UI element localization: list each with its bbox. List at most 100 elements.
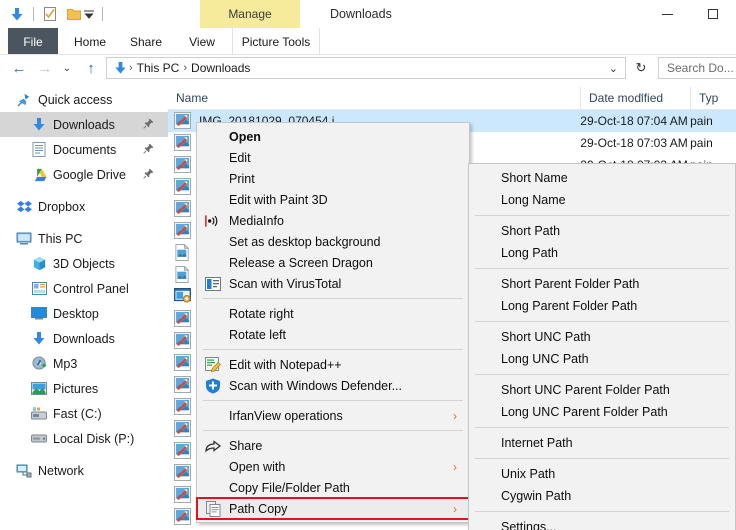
paint-image-icon xyxy=(174,310,192,328)
control-panel-icon xyxy=(31,281,47,297)
menu-item-set-as-desktop-background[interactable]: Set as desktop background xyxy=(197,231,469,252)
customize-dropdown-icon[interactable] xyxy=(83,5,95,23)
sidebar-item-pictures[interactable]: Pictures xyxy=(0,376,168,401)
search-input[interactable]: Search Do... xyxy=(658,57,736,79)
menu-item-edit-with-notepad[interactable]: Edit with Notepad++ xyxy=(197,354,469,375)
menu-item-scan-with-windows-defender[interactable]: Scan with Windows Defender... xyxy=(197,375,469,396)
menu-item-open-with[interactable]: Open with › xyxy=(197,456,469,477)
tab-view[interactable]: View xyxy=(180,28,224,55)
submenu-item-long-unc-path[interactable]: Long UNC Path xyxy=(469,348,735,370)
recent-locations-icon[interactable]: ⌄ xyxy=(56,55,78,81)
forward-button[interactable]: → xyxy=(34,55,56,81)
back-button[interactable]: ← xyxy=(8,55,30,81)
column-header-name[interactable]: Name xyxy=(168,87,580,109)
submenu-item-label: Internet Path xyxy=(501,436,573,450)
sidebar-item-downloads[interactable]: Downloads xyxy=(0,112,168,137)
sidebar-item-google-drive[interactable]: Google Drive xyxy=(0,162,168,187)
menu-item-rotate-left[interactable]: Rotate left xyxy=(197,324,469,345)
submenu-separator xyxy=(475,374,729,375)
sidebar-item-network[interactable]: Network xyxy=(0,458,168,483)
submenu-item-long-unc-parent-folder-path[interactable]: Long UNC Parent Folder Path xyxy=(469,401,735,423)
properties-icon[interactable] xyxy=(41,5,59,23)
column-header-type[interactable]: Typ xyxy=(690,87,736,109)
menu-item-release-a-screen-dragon[interactable]: Release a Screen Dragon xyxy=(197,252,469,273)
file-date-cell: 29-Oct-18 07:04 AM xyxy=(580,114,688,128)
pin-icon[interactable] xyxy=(143,168,154,182)
sidebar-item-this-pc[interactable]: This PC xyxy=(0,226,168,251)
menu-item-no-icon xyxy=(205,408,221,424)
nav-group-gap xyxy=(0,451,168,458)
tab-picture-tools[interactable]: Picture Tools xyxy=(232,28,320,55)
downloads-arrow-icon xyxy=(31,117,47,133)
qat-divider-2 xyxy=(102,7,103,21)
paint-image-icon xyxy=(174,420,192,438)
submenu-item-long-name[interactable]: Long Name xyxy=(469,189,735,211)
sidebar-item-documents[interactable]: Documents xyxy=(0,137,168,162)
maximize-button[interactable] xyxy=(690,0,736,28)
breadcrumb-item-downloads[interactable]: Downloads xyxy=(187,61,254,75)
menu-item-no-icon xyxy=(205,234,221,250)
tab-home[interactable]: Home xyxy=(66,28,114,55)
sidebar-item-label: Mp3 xyxy=(53,356,78,371)
breadcrumb-item-this-pc[interactable]: This PC xyxy=(133,61,184,75)
minimize-button[interactable] xyxy=(644,0,690,28)
menu-item-print[interactable]: Print xyxy=(197,168,469,189)
submenu-item-short-name[interactable]: Short Name xyxy=(469,167,735,189)
tab-file[interactable]: File xyxy=(8,28,58,55)
menu-item-share[interactable]: Share xyxy=(197,435,469,456)
file-explorer-window: Manage Downloads File Home Share View Pi… xyxy=(0,0,736,530)
pin-icon[interactable] xyxy=(143,143,154,157)
menu-item-scan-with-virustotal[interactable]: Scan with VirusTotal xyxy=(197,273,469,294)
downloads-icon[interactable] xyxy=(8,5,26,23)
file-type-cell: pain xyxy=(690,136,713,150)
submenu-item-short-parent-folder-path[interactable]: Short Parent Folder Path xyxy=(469,273,735,295)
submenu-item-long-parent-folder-path[interactable]: Long Parent Folder Path xyxy=(469,295,735,317)
submenu-item-internet-path[interactable]: Internet Path xyxy=(469,432,735,454)
share-icon xyxy=(205,438,221,454)
breadcrumb-dropdown-icon[interactable]: ⌄ xyxy=(602,62,625,75)
sidebar-item-fast-c[interactable]: Fast (C:) xyxy=(0,401,168,426)
menu-item-edit[interactable]: Edit xyxy=(197,147,469,168)
sidebar-item-desktop[interactable]: Desktop xyxy=(0,301,168,326)
pin-icon[interactable] xyxy=(143,118,154,132)
music-disc-icon xyxy=(31,356,47,372)
menu-item-label: Path Copy xyxy=(229,501,288,516)
submenu-item-short-path[interactable]: Short Path xyxy=(469,220,735,242)
submenu-item-unix-path[interactable]: Unix Path xyxy=(469,463,735,485)
submenu-item-long-path[interactable]: Long Path xyxy=(469,242,735,264)
paint-image-icon xyxy=(174,222,192,240)
submenu-item-label: Long UNC Parent Folder Path xyxy=(501,405,668,419)
column-header-date-modified[interactable]: Date modified xyxy=(580,87,690,109)
sidebar-item-3d-objects[interactable]: 3D Objects xyxy=(0,251,168,276)
submenu-item-label: Settings... xyxy=(501,520,557,530)
menu-item-open[interactable]: Open xyxy=(197,126,469,147)
address-bar: ← → ⌄ ↑ › This PC › Downloads ⌄ ↻ Search… xyxy=(0,55,736,81)
menu-item-path-copy[interactable]: Path Copy › xyxy=(196,497,470,520)
breadcrumb[interactable]: › This PC › Downloads ⌄ xyxy=(106,57,626,79)
refresh-icon[interactable]: ↻ xyxy=(630,57,652,79)
sidebar-item-dropbox[interactable]: Dropbox xyxy=(0,194,168,219)
menu-item-rotate-right[interactable]: Rotate right xyxy=(197,303,469,324)
submenu-item-short-unc-path[interactable]: Short UNC Path xyxy=(469,326,735,348)
up-button[interactable]: ↑ xyxy=(80,55,102,81)
paint-image-icon xyxy=(174,354,192,372)
sidebar-item-downloads[interactable]: Downloads xyxy=(0,326,168,351)
new-folder-icon[interactable] xyxy=(65,5,83,23)
submenu-item-cygwin-path[interactable]: Cygwin Path xyxy=(469,485,735,507)
menu-item-mediainfo[interactable]: MediaInfo xyxy=(197,210,469,231)
app-window-icon xyxy=(174,288,192,306)
menu-item-label: Scan with Windows Defender... xyxy=(229,378,402,393)
menu-item-irfanview-operations[interactable]: IrfanView operations › xyxy=(197,405,469,426)
title-bar: Manage Downloads xyxy=(0,0,736,28)
sidebar-item-control-panel[interactable]: Control Panel xyxy=(0,276,168,301)
sidebar-item-mp3[interactable]: Mp3 xyxy=(0,351,168,376)
submenu-item-short-unc-parent-folder-path[interactable]: Short UNC Parent Folder Path xyxy=(469,379,735,401)
submenu-item-settings[interactable]: Settings... xyxy=(469,516,735,530)
virustotal-icon xyxy=(205,276,221,292)
sidebar-item-local-disk-p[interactable]: Local Disk (P:) xyxy=(0,426,168,451)
tab-share[interactable]: Share xyxy=(122,28,170,55)
sidebar-item-label: Fast (C:) xyxy=(53,406,102,421)
sidebar-item-quick-access[interactable]: Quick access xyxy=(0,87,168,112)
menu-item-edit-with-paint-3d[interactable]: Edit with Paint 3D xyxy=(197,189,469,210)
menu-item-copy-file-folder-path[interactable]: Copy File/Folder Path xyxy=(197,477,469,498)
